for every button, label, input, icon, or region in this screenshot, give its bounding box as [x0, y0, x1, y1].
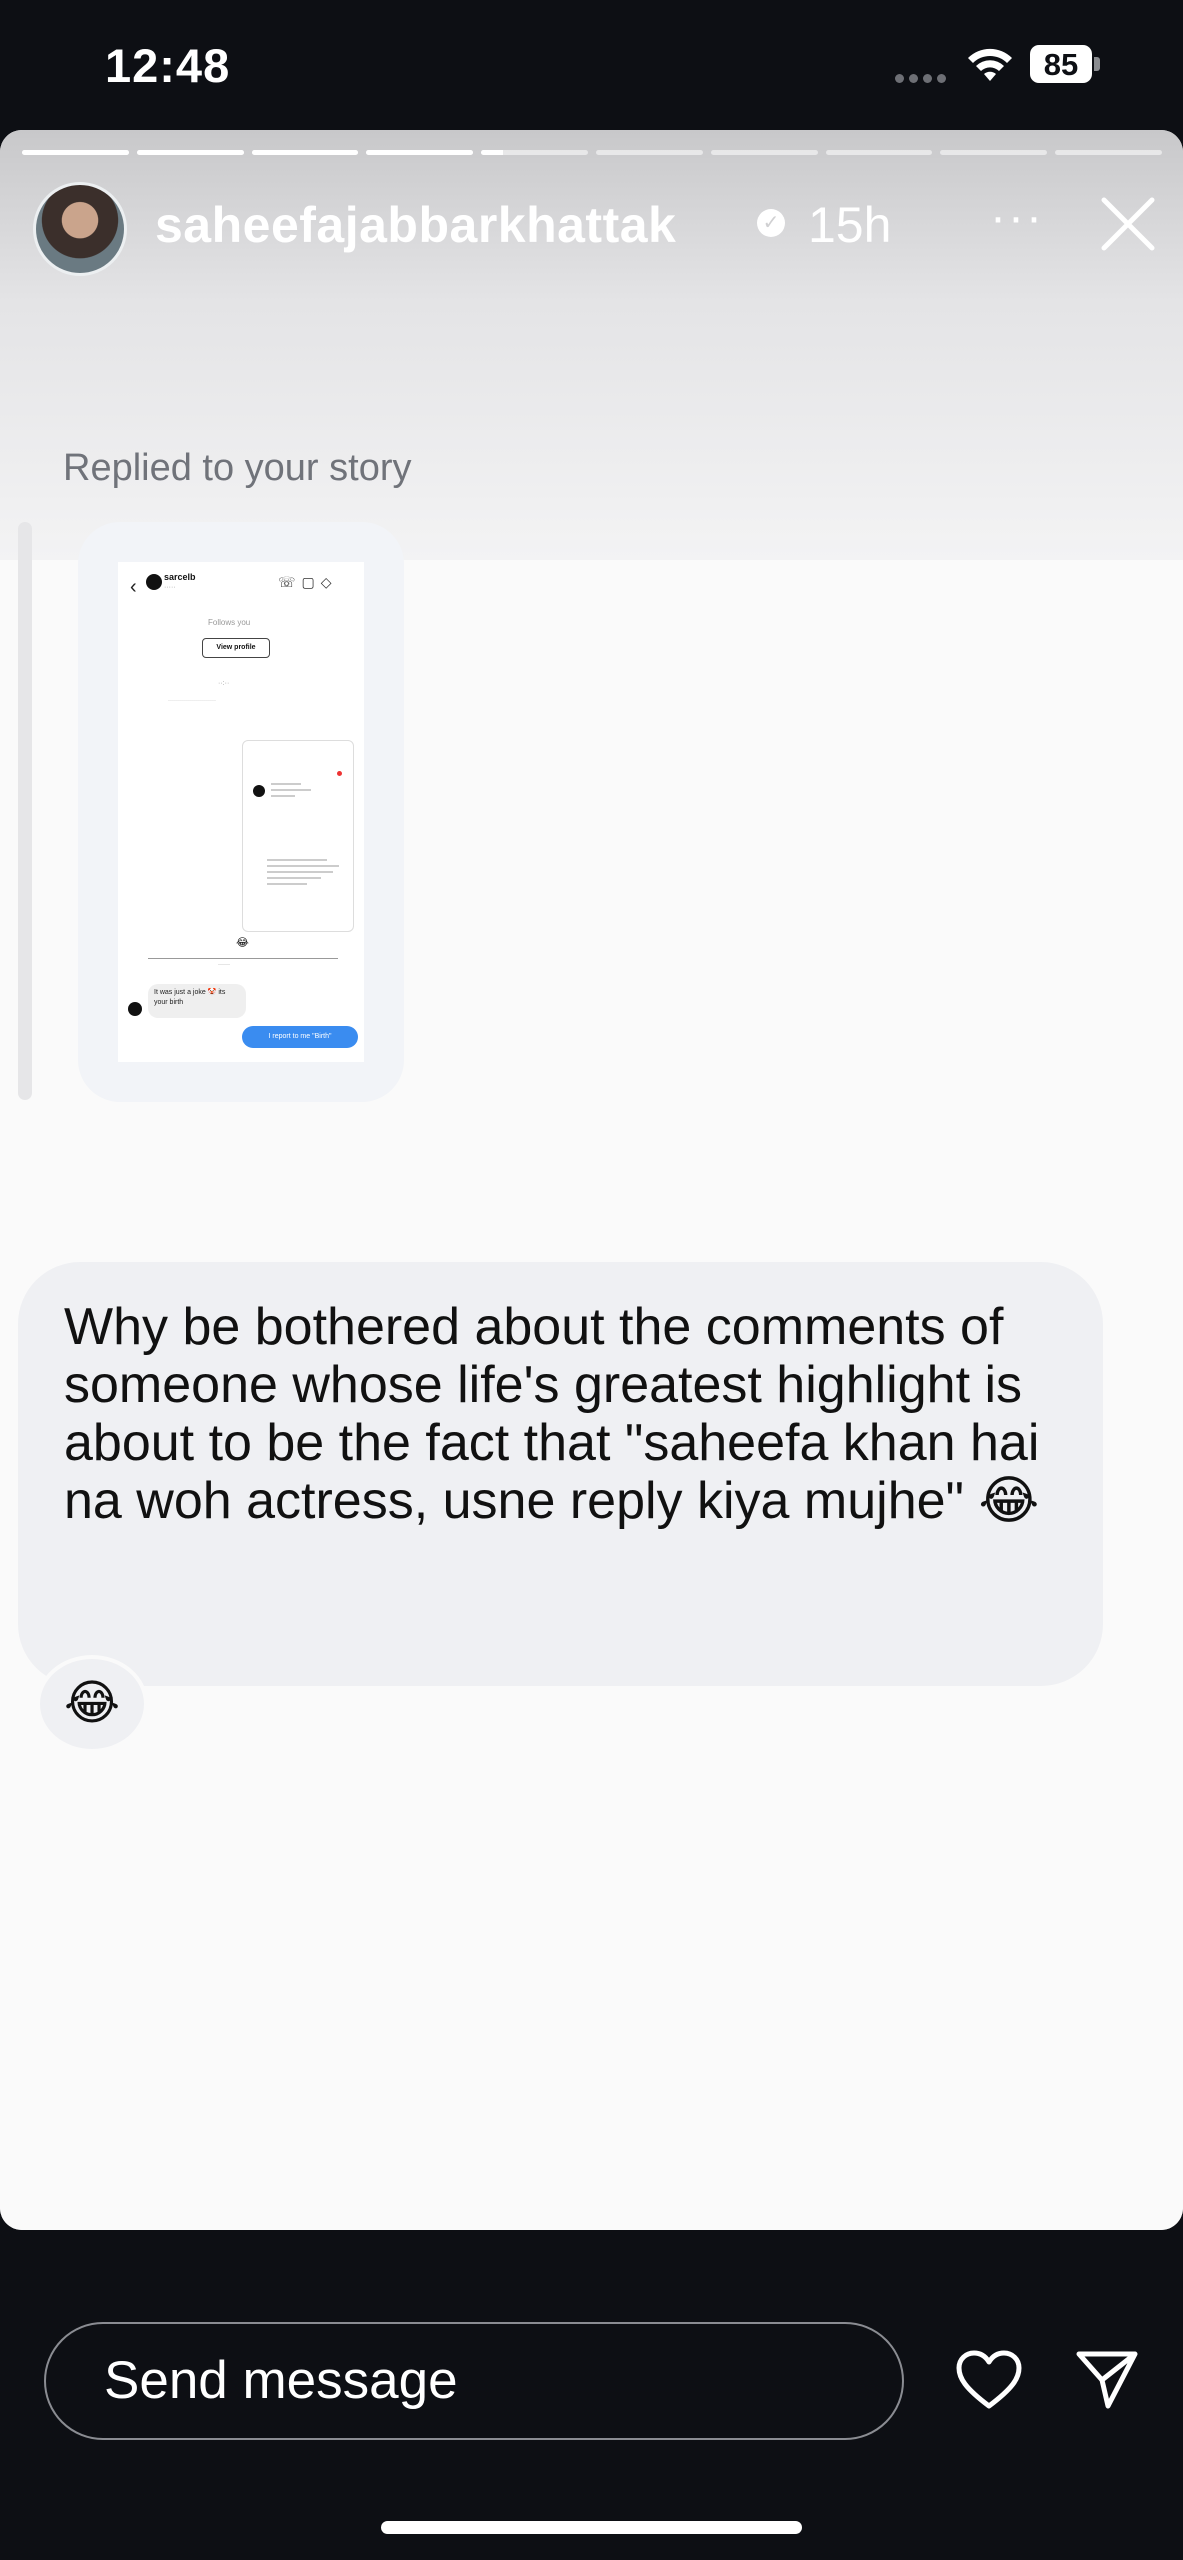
progress-segment — [1055, 150, 1162, 155]
message-reaction[interactable]: 😂 — [36, 1655, 148, 1753]
thumb-shared-post — [242, 740, 354, 932]
story-card[interactable]: saheefajabbarkhattak ✓ 15h ··· — [0, 130, 1183, 2230]
status-bar: 12:48 85 — [0, 0, 1183, 130]
battery-level: 85 — [1043, 47, 1079, 82]
progress-segment — [481, 150, 588, 155]
progress-segment — [825, 150, 933, 155]
story-time-ago: 15h — [808, 197, 892, 253]
thumb-sender-avatar — [128, 1002, 142, 1016]
thumb-name: sarcelb — [164, 572, 196, 582]
thumb-divider — [148, 958, 338, 959]
progress-segment — [136, 150, 244, 155]
thumb-new-messages: ······ — [218, 962, 230, 968]
thumb-time: ··:·· — [218, 680, 230, 687]
wifi-icon — [968, 48, 1012, 81]
home-indicator — [381, 2521, 802, 2534]
progress-segment — [366, 150, 474, 155]
story-username[interactable]: saheefajabbarkhattak — [155, 196, 676, 254]
message-text: Why be bothered about the comments of so… — [64, 1298, 1040, 1530]
back-icon: ‹ — [130, 576, 137, 598]
send-icon[interactable] — [1075, 2348, 1139, 2412]
reply-quote-bar — [18, 522, 32, 1100]
heart-icon[interactable] — [955, 2350, 1023, 2412]
progress-segment — [940, 150, 1048, 155]
thumb-emoji: 😂 — [236, 937, 249, 949]
thumb-avatar — [146, 574, 162, 590]
progress-segment — [595, 150, 703, 155]
thumb-follows-you: Follows you — [208, 618, 251, 627]
story-progress-bar — [22, 150, 1162, 156]
thumb-note: ························ — [168, 698, 216, 704]
progress-segment — [22, 150, 129, 155]
send-message-placeholder: Send message — [104, 2351, 458, 2410]
more-icon[interactable]: ··· — [990, 190, 1044, 245]
battery-icon: 85 — [1030, 45, 1102, 85]
thumbnail-screenshot: ‹ sarcelb ····· ☏▢◇ Follows you View pro… — [118, 562, 364, 1062]
progress-segment — [251, 150, 359, 155]
avatar[interactable] — [33, 182, 127, 276]
thumb-view-profile: View profile — [202, 638, 270, 658]
thumb-incoming-bubble: It was just a joke 🤡 its your birth — [148, 984, 246, 1018]
status-time: 12:48 — [105, 39, 231, 92]
progress-segment — [710, 150, 818, 155]
verified-badge-icon: ✓ — [757, 209, 785, 237]
thumb-outgoing-bubble: I report to me "Birth" — [242, 1026, 358, 1048]
story-thumbnail[interactable]: ‹ sarcelb ····· ☏▢◇ Follows you View pro… — [78, 522, 404, 1102]
thumb-subtitle: ····· — [164, 584, 176, 591]
replied-to-story-label: Replied to your story — [63, 447, 412, 489]
cellular-signal-icon — [895, 74, 946, 83]
close-icon[interactable] — [1098, 194, 1158, 254]
thumb-call-icons: ☏▢◇ — [278, 574, 338, 590]
